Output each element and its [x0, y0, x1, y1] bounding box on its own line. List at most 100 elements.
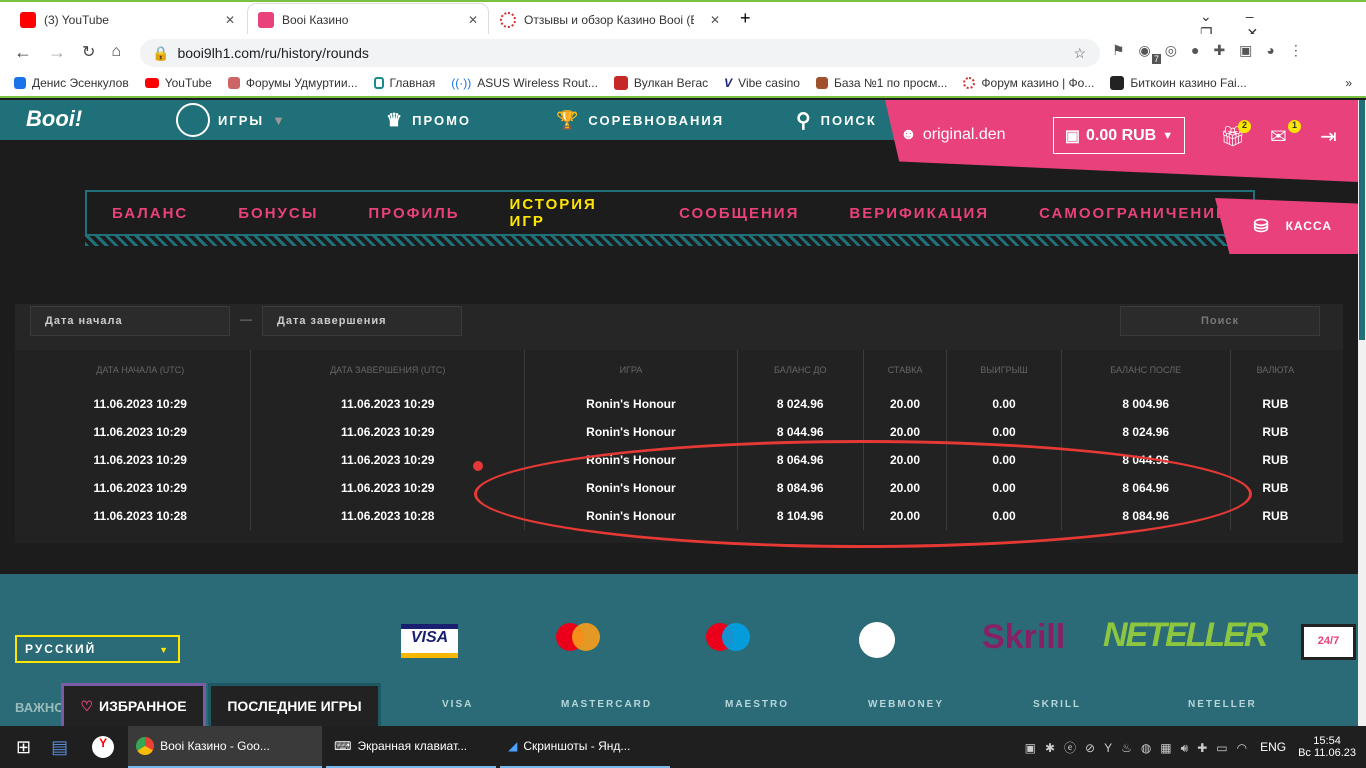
bookmark[interactable]: Вулкан Вегас [613, 76, 708, 90]
tab-verification[interactable]: ВЕРИФИКАЦИЯ [824, 205, 1014, 222]
table-cell: RUB [1229, 502, 1320, 530]
payment-link-webmoney[interactable]: WEBMONEY [868, 699, 944, 710]
bookmark[interactable]: Денис Эсенкулов [14, 76, 129, 90]
tab-booi[interactable]: Booi Казино ✕ [248, 4, 488, 36]
tab-self-limitation[interactable]: САМООГРАНИЧЕНИЕ [1014, 205, 1253, 222]
payment-link-visa[interactable]: VISA [442, 699, 473, 710]
table-cell: 8 004.96 [1060, 390, 1231, 418]
payment-link-skrill[interactable]: SKRILL [1033, 699, 1081, 710]
trophy-icon: 🏆 [556, 109, 581, 130]
page-scrollbar[interactable] [1358, 100, 1366, 726]
end-date-input[interactable]: Дата завершения [262, 306, 462, 336]
bookmark[interactable]: Биткоин казино Fai... [1110, 76, 1247, 90]
taskbar-app-keyboard[interactable]: ⌨ Экранная клавиат... [326, 726, 497, 768]
cashier-label: КАССА [1285, 219, 1332, 233]
language-select[interactable]: РУССКИЙ ▼ [15, 635, 180, 663]
lock-icon: 🔒 [152, 44, 170, 61]
booi-logo[interactable]: Booi! [26, 106, 82, 132]
payment-link-maestro[interactable]: MAESTRO [725, 699, 789, 710]
tab-profile[interactable]: ПРОФИЛЬ [343, 205, 484, 222]
recent-games-tab[interactable]: ПОСЛЕДНИЕ ИГРЫ [208, 683, 381, 726]
app-label: Скриншоты - Янд... [523, 739, 631, 753]
tab-game-history[interactable]: ИСТОРИЯ ИГР [485, 196, 655, 230]
bookmark-icon [373, 77, 384, 89]
new-tab-button[interactable]: + [740, 8, 751, 29]
tab-bonuses[interactable]: БОНУСЫ [213, 205, 343, 222]
bookmark[interactable]: Форумы Удмуртии... [227, 76, 358, 90]
nav-promo[interactable]: ♛ ПРОМО [386, 100, 471, 140]
balance-value: 0.00 RUB [1085, 126, 1157, 144]
more-bookmarks-icon[interactable]: » [1345, 76, 1352, 90]
tab-reviews[interactable]: Отзывы и обзор Казино Booi (B ✕ [490, 4, 730, 36]
user-profile-link[interactable]: ☻ original.den [900, 126, 1006, 144]
gift-badge: 2 [1238, 120, 1251, 133]
wallet-icon: ▣ [1064, 127, 1080, 145]
table-cell: 8 024.96 [736, 390, 864, 418]
chevron-down-icon: ▼ [272, 112, 287, 128]
nav-label: СОРЕВНОВАНИЯ [588, 112, 725, 128]
close-icon[interactable]: ✕ [710, 13, 720, 27]
cashier-button[interactable]: ⛁ КАССА [1215, 198, 1360, 254]
keyboard-icon: ⌨ [334, 739, 352, 753]
mastercard-logo [556, 623, 600, 651]
bookmark-label: Vibe casino [738, 76, 800, 90]
bookmark-icon [14, 77, 26, 89]
logout-icon[interactable]: ⇥ [1320, 124, 1337, 149]
bookmark[interactable]: База №1 по просм... [815, 76, 947, 90]
nav-tournaments[interactable]: 🏆 СОРЕВНОВАНИЯ [556, 100, 724, 140]
chrome-icon [136, 737, 155, 755]
favorites-tab[interactable]: ♡ ИЗБРАННОЕ [61, 683, 206, 726]
table-cell: 8 024.96 [1060, 418, 1231, 446]
tab-messages[interactable]: СООБЩЕНИЯ [654, 205, 824, 222]
column-header: ДАТА ЗАВЕРШЕНИЯ (UTC) [250, 350, 525, 390]
username: original.den [922, 126, 1006, 143]
bookmark[interactable]: Форум казино | Фо... [963, 76, 1094, 90]
bookmark-label: ASUS Wireless Rout... [477, 76, 598, 90]
close-icon[interactable]: ✕ [225, 13, 235, 27]
bookmark[interactable]: YouTube [144, 76, 212, 90]
account-tabs: БАЛАНС БОНУСЫ ПРОФИЛЬ ИСТОРИЯ ИГР СООБЩЕ… [85, 190, 1255, 236]
back-icon[interactable]: ← [14, 42, 32, 63]
balance-dropdown[interactable]: ▣ 0.00 RUB ▼ [1053, 117, 1185, 154]
bookmark[interactable]: ((·)) ASUS Wireless Rout... [451, 76, 598, 90]
support-chat-button[interactable]: 24/7 [1301, 624, 1356, 660]
bookmark[interactable]: V Vibe casino [724, 76, 800, 90]
reload-icon[interactable]: ↻ [82, 42, 95, 62]
language-indicator[interactable]: ENG [1260, 740, 1286, 754]
column-header: ВЫИГРЫШ [946, 350, 1062, 390]
taskbar-app-chrome[interactable]: Booi Казино - Goo... [128, 726, 323, 768]
date-separator: — [240, 312, 252, 326]
payment-link-mastercard[interactable]: MASTERCARD [561, 699, 652, 710]
tray-icons[interactable]: ▣✱ⓔ⊘Y♨◍▦🔊︎✚▭◠ [1025, 739, 1256, 756]
floppy-icon[interactable]: ▤ [51, 737, 68, 758]
start-date-input[interactable]: Дата начала [30, 306, 230, 336]
bookmark-label: Биткоин казино Fai... [1130, 76, 1247, 90]
nav-search[interactable]: ⚲ ПОИСК [796, 100, 877, 140]
extension-icons[interactable]: ⚑◉◎●✚▣◕⋮ [1112, 42, 1362, 59]
taskbar: ⊞ ▤ Y Booi Казино - Goo... ⌨ Экранная кла… [0, 726, 1366, 768]
tab-balance[interactable]: БАЛАНС [87, 205, 213, 222]
extension-badge: 7 [1152, 54, 1162, 64]
payment-link-neteller[interactable]: NETELLER [1188, 699, 1257, 710]
booi-icon [258, 12, 274, 28]
favorites-label: ИЗБРАННОЕ [99, 698, 187, 714]
home-icon[interactable]: ⌂ [111, 43, 121, 61]
taskbar-app-screenshots[interactable]: ◢ Скриншоты - Янд... [500, 726, 671, 768]
windows-start-icon[interactable]: ⊞ [16, 737, 31, 758]
table-cell: 11.06.2023 10:28 [93, 509, 187, 523]
star-icon[interactable]: ☆ [1073, 45, 1086, 62]
search-button[interactable]: Поиск [1120, 306, 1320, 336]
clock[interactable]: 15:54 Вс 11.06.23 [1298, 735, 1356, 759]
table-cell: 20.00 [862, 390, 947, 418]
bookmark[interactable]: Главная [373, 76, 435, 90]
address-bar[interactable]: 🔒 booi9lh1.com/ru/history/rounds ☆ [140, 39, 1100, 67]
forward-icon[interactable]: → [48, 42, 66, 63]
wireless-icon: ((·)) [451, 76, 472, 90]
close-icon[interactable]: ✕ [468, 13, 478, 27]
table-cell: 11.06.2023 10:29 [93, 397, 187, 411]
column-header: СТАВКА [862, 350, 947, 390]
mail-icon[interactable]: ✉ [1270, 124, 1287, 149]
tab-youtube[interactable]: (3) YouTube ✕ [10, 4, 245, 36]
nav-games[interactable]: ИГРЫ ▼ [176, 100, 287, 140]
yandex-icon[interactable]: Y [92, 736, 115, 758]
